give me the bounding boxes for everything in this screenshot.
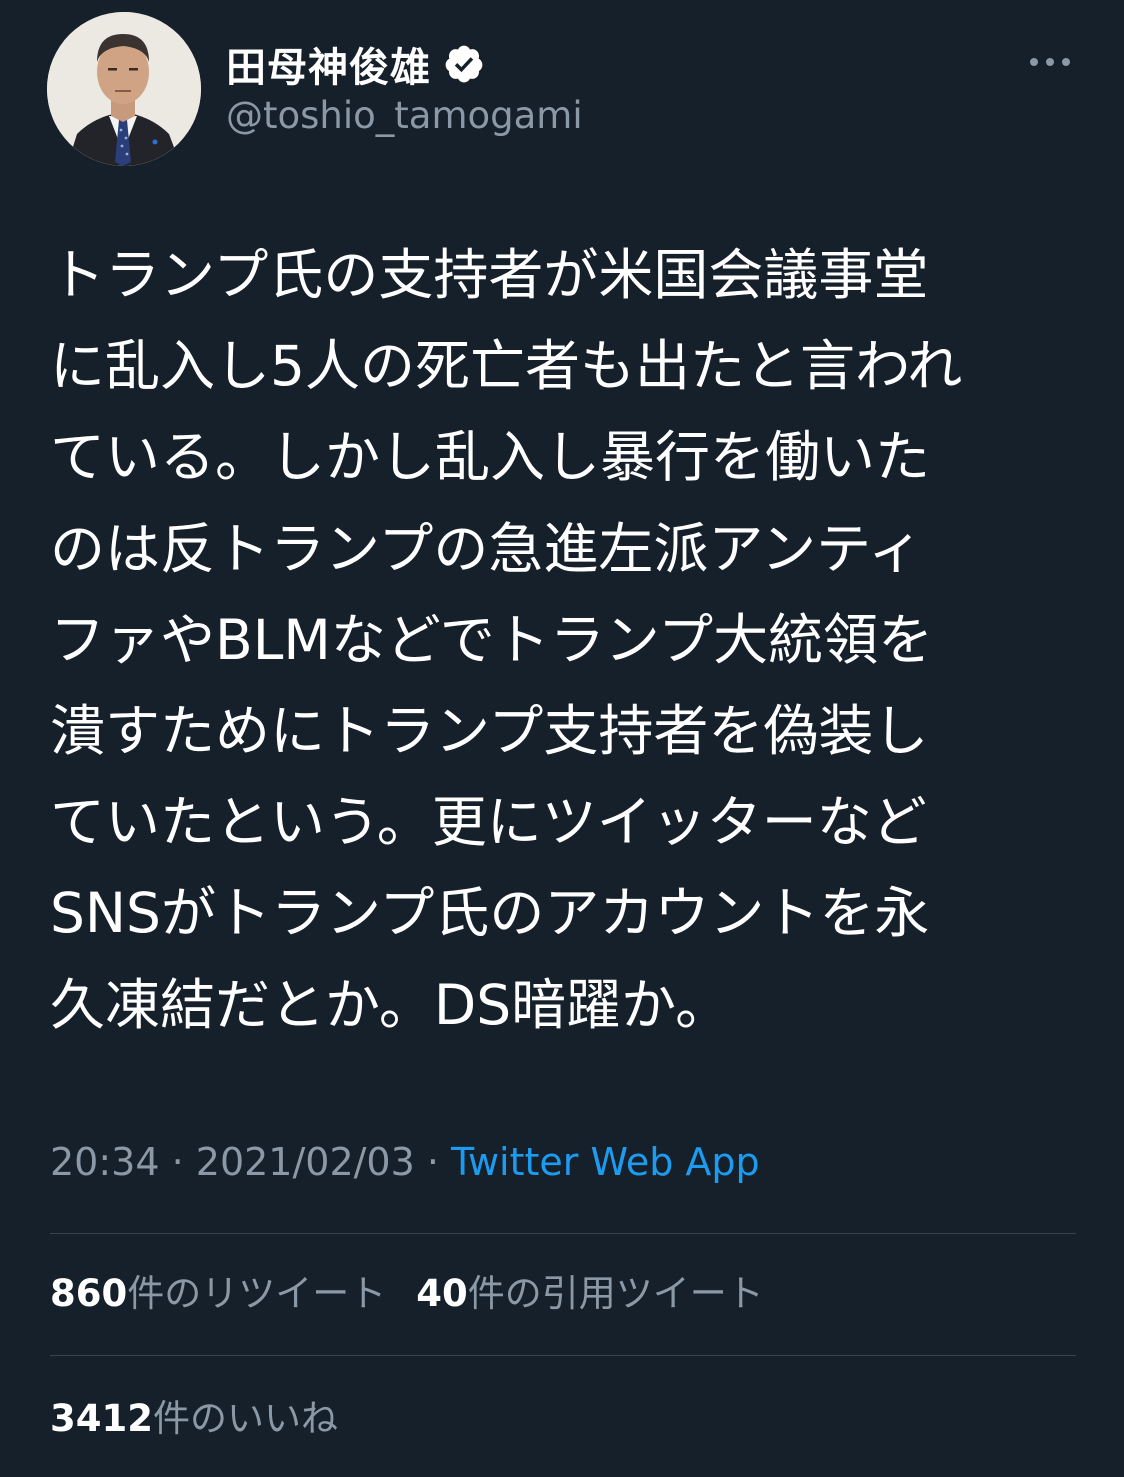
retweets-label: 件のリツイート <box>127 1272 387 1315</box>
tweet-text-line: 潰すためにトランプ支持者を偽装し <box>50 699 929 764</box>
tweet-date[interactable]: 2021/02/03 <box>196 1140 415 1184</box>
more-options-icon[interactable] <box>1026 50 1074 74</box>
tweet-text-line: トランプ氏の支持者が米国会議事堂 <box>50 243 929 307</box>
retweets-count: 860 <box>50 1272 128 1315</box>
avatar-portrait-image <box>47 12 201 166</box>
meta-separator: · <box>159 1140 196 1184</box>
retweet-quote-stats: 860件のリツイート 40件の引用ツイート <box>50 1264 764 1324</box>
tweet-text-line: SNSがトランプ氏のアカウントを永 <box>50 881 930 946</box>
likes-stats: 3412件のいいね <box>50 1389 338 1449</box>
display-name[interactable]: 田母神俊雄 <box>226 35 431 93</box>
quotes-stat[interactable]: 40件の引用ツイート <box>416 1272 764 1315</box>
quotes-count: 40 <box>416 1272 468 1315</box>
tweet-text-line: 久凍結だとか。DS暗躍か。 <box>50 972 731 1037</box>
tweet-text-line: のは反トランプの急進左派アンティ <box>50 516 923 581</box>
divider <box>50 1233 1076 1234</box>
display-name-row: 田母神俊雄 <box>226 34 485 94</box>
tweet-text: トランプ氏の支持者が米国会議事堂 に乱入し5人の死亡者も出たと言われ ている。しかし… <box>50 230 1090 1051</box>
tweet-source-link[interactable]: Twitter Web App <box>451 1140 760 1184</box>
user-handle[interactable]: @toshio_tamogami <box>226 94 583 137</box>
tweet-metadata: 20:34 · 2021/02/03 · Twitter Web App <box>50 1140 760 1196</box>
likes-label: 件のいいね <box>152 1397 338 1440</box>
tweet-text-line: ファやBLMなどでトランプ大統領を <box>50 607 934 672</box>
verified-badge-icon <box>443 43 485 85</box>
avatar[interactable] <box>47 12 201 166</box>
meta-separator: · <box>414 1140 452 1184</box>
quotes-label: 件の引用ツイート <box>467 1272 764 1315</box>
tweet-text-line: に乱入し5人の死亡者も出たと言われ <box>50 334 963 399</box>
divider <box>50 1355 1076 1356</box>
likes-count: 3412 <box>50 1397 153 1440</box>
tweet-text-line: ている。しかし乱入し暴行を働いた <box>50 425 931 490</box>
tweet-detail: 田母神俊雄 @toshio_tamogami トランプ氏の支持者が米国会議事堂に… <box>0 0 1124 1477</box>
tweet-text-line: ていたという。更にツイッターなど <box>50 790 927 855</box>
tweet-time[interactable]: 20:34 <box>50 1140 160 1184</box>
likes-stat[interactable]: 3412件のいいね <box>50 1397 338 1440</box>
retweets-stat[interactable]: 860件のリツイート <box>50 1272 386 1315</box>
